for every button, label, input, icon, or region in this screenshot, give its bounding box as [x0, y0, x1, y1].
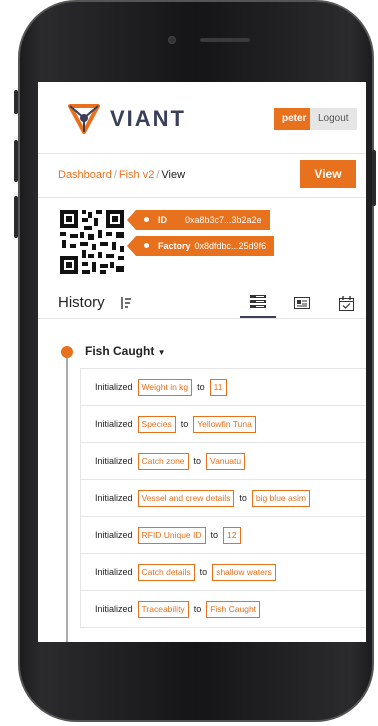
breadcrumb-fish-v2[interactable]: Fish v2 [119, 169, 154, 181]
value-chip: 11 [209, 378, 227, 396]
field-chip: Catch zone [137, 452, 189, 470]
row-verb: Initialized [95, 493, 133, 503]
logout-button[interactable]: Logout [310, 108, 357, 130]
mute-switch [14, 90, 18, 114]
event-title[interactable]: Fish Caught ▼ [85, 344, 166, 358]
event-title-label: Fish Caught [85, 344, 155, 358]
factory-tag[interactable]: Factory 0x8dfdbc...25d9f6 [126, 236, 275, 256]
breadcrumb-dashboard[interactable]: Dashboard [58, 169, 112, 181]
row-to: to [239, 493, 247, 503]
list-item: Initialized Weight in kg to 11 [80, 369, 366, 406]
breadcrumb-current: View [161, 169, 186, 181]
calendar-view-icon [338, 295, 354, 311]
asset-id-tag[interactable]: ID 0xa8b3c7...3b2a2e [127, 210, 270, 230]
row-to: to [210, 530, 219, 540]
tag-hole-icon [144, 217, 149, 222]
viant-logo-icon [68, 104, 100, 134]
row-to: to [199, 567, 208, 577]
field-chip: Weight in kg [137, 378, 193, 396]
card-view-icon [294, 297, 310, 309]
row-verb: Initialized [95, 456, 133, 466]
value-chip: big blue asim [251, 489, 310, 507]
tab-card-view[interactable] [284, 288, 320, 318]
asset-id-value: 0xa8b3c7...3b2a2e [185, 215, 262, 225]
history-heading: History [58, 294, 105, 311]
list-item: Initialized Traceability to Fish Caught [80, 591, 366, 628]
chevron-down-icon: ▼ [157, 348, 166, 357]
field-chip: Species [137, 415, 176, 433]
value-chip: 12 [223, 526, 241, 544]
sort-icon[interactable] [120, 296, 132, 310]
row-verb: Initialized [95, 567, 133, 577]
app-header: VIANT peter Logout [38, 82, 366, 154]
event-details-panel: Initialized Weight in kg to 11 Initializ… [80, 368, 366, 628]
row-to: to [193, 456, 202, 466]
list-item: Initialized Catch details to shallow wat… [80, 554, 366, 591]
list-view-icon [250, 295, 266, 308]
factory-label: Factory [158, 241, 191, 251]
user-menu-button[interactable]: peter [274, 108, 315, 130]
value-chip: Yellowfin Tuna [193, 415, 256, 433]
field-chip: RFID Unique ID [137, 526, 206, 544]
row-verb: Initialized [95, 604, 133, 614]
list-item: Initialized Vessel and crew details to b… [80, 480, 366, 517]
row-to: to [197, 382, 205, 392]
row-to: to [193, 604, 202, 614]
app-screen: VIANT peter Logout Dashboard / Fish v2/Vie… [38, 82, 366, 642]
earpiece-speaker [200, 38, 250, 42]
brand-name: VIANT [110, 106, 186, 131]
value-chip: shallow waters [212, 563, 276, 581]
front-camera [168, 36, 176, 44]
value-chip: Fish Caught [206, 600, 261, 618]
timeline-line [66, 354, 68, 642]
tab-calendar-view[interactable] [328, 288, 364, 318]
power-button [372, 150, 376, 206]
tag-hole-icon [144, 243, 149, 248]
row-verb: Initialized [95, 530, 133, 540]
timeline-dot [61, 346, 73, 358]
tabs-divider [38, 318, 366, 319]
qr-code-icon[interactable] [58, 208, 126, 276]
list-item: Initialized RFID Unique ID to 12 [80, 517, 366, 554]
volume-down-button [14, 196, 18, 238]
field-chip: Vessel and crew details [137, 489, 235, 507]
list-item: Initialized Species to Yellowfin Tuna [80, 406, 366, 443]
volume-up-button [14, 140, 18, 182]
factory-value: 0x8dfdbc...25d9f6 [194, 241, 267, 251]
field-chip: Traceability [137, 600, 189, 618]
breadcrumb: Dashboard / Fish v2/View [58, 169, 186, 181]
value-chip: Vanuatu [206, 452, 246, 470]
row-verb: Initialized [95, 382, 133, 392]
row-to: to [180, 419, 189, 429]
asset-id-label: ID [158, 215, 167, 225]
list-item: Initialized Catch zone to Vanuatu [80, 443, 366, 480]
tab-list-view[interactable] [240, 288, 276, 318]
breadcrumb-bar: Dashboard / Fish v2/View View [38, 154, 366, 198]
view-button[interactable]: View [300, 160, 356, 188]
field-chip: Catch details [137, 563, 195, 581]
row-verb: Initialized [95, 419, 133, 429]
